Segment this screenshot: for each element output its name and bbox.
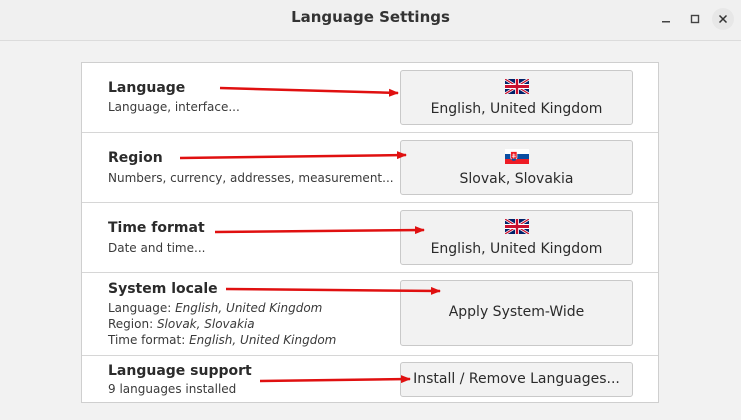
language-support-row: Language support 9 languages installed I…: [82, 356, 658, 402]
system-locale-time-line: Time format: English, United Kingdom: [108, 333, 336, 347]
apply-system-wide-button[interactable]: Apply System-Wide: [400, 280, 633, 346]
time-format-subtitle: Date and time...: [108, 241, 206, 255]
maximize-button[interactable]: [684, 8, 706, 30]
close-icon: [718, 14, 728, 24]
time-format-button[interactable]: English, United Kingdom: [400, 210, 633, 265]
window-titlebar: Language Settings: [0, 0, 741, 41]
minimize-icon: [662, 21, 670, 23]
apply-system-wide-label: Apply System-Wide: [448, 304, 585, 320]
uk-flag-icon: [505, 219, 529, 234]
language-title: Language: [108, 80, 186, 96]
maximize-icon: [690, 14, 700, 24]
region-title: Region: [108, 150, 163, 166]
system-locale-language-label: Language:: [108, 301, 176, 315]
time-format-title: Time format: [108, 220, 205, 236]
language-button[interactable]: English, United Kingdom: [400, 70, 633, 125]
language-row: Language Language, interface... English,…: [82, 63, 658, 133]
time-format-button-label: English, United Kingdom: [430, 241, 603, 257]
region-button-label: Slovak, Slovakia: [459, 171, 574, 187]
system-locale-row: System locale Language: English, United …: [82, 273, 658, 356]
language-subtitle: Language, interface...: [108, 100, 240, 114]
close-button[interactable]: [712, 8, 734, 30]
system-locale-region-line: Region: Slovak, Slovakia: [108, 317, 255, 331]
time-format-row: Time format Date and time... English, Un…: [82, 203, 658, 273]
language-support-subtitle: 9 languages installed: [108, 382, 237, 396]
uk-flag-icon: [505, 79, 529, 94]
region-button[interactable]: Slovak, Slovakia: [400, 140, 633, 195]
settings-panel: Language Language, interface... English,…: [81, 62, 659, 403]
install-remove-languages-button[interactable]: Install / Remove Languages...: [400, 362, 633, 397]
system-locale-title: System locale: [108, 281, 218, 297]
window-title: Language Settings: [291, 8, 450, 26]
system-locale-region-value: Slovak, Slovakia: [156, 317, 255, 331]
system-locale-language-value: English, United Kingdom: [175, 301, 323, 315]
system-locale-time-value: English, United Kingdom: [189, 333, 337, 347]
minimize-button[interactable]: [655, 8, 677, 30]
system-locale-time-label: Time format:: [108, 333, 190, 347]
region-subtitle: Numbers, currency, addresses, measuremen…: [108, 171, 394, 185]
install-remove-languages-label: Install / Remove Languages...: [413, 371, 620, 387]
language-button-label: English, United Kingdom: [430, 101, 603, 117]
system-locale-region-label: Region:: [108, 317, 157, 331]
language-support-title: Language support: [108, 363, 252, 379]
slovakia-flag-icon: [505, 149, 529, 164]
region-row: Region Numbers, currency, addresses, mea…: [82, 133, 658, 203]
system-locale-language-line: Language: English, United Kingdom: [108, 301, 322, 315]
